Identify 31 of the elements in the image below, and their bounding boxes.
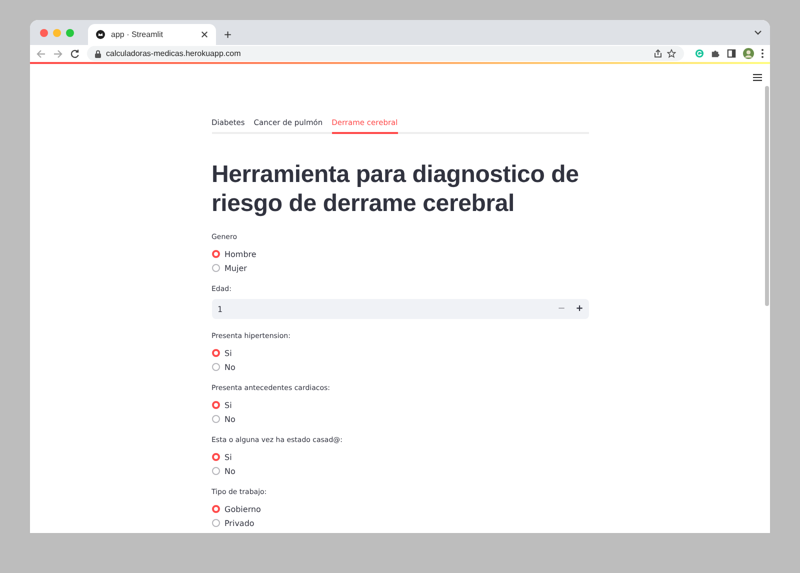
scrollbar[interactable] [765,86,769,306]
increment-button[interactable]: + [570,299,588,319]
more-options-icon[interactable] [761,49,764,58]
radio-option[interactable]: No [212,412,588,426]
radio-option[interactable]: No [212,360,588,374]
close-icon[interactable] [201,31,208,38]
menu-icon[interactable] [753,74,762,81]
radio-option[interactable]: Privado [212,516,588,530]
radio-option[interactable]: No [212,464,588,478]
browser-tab[interactable]: app · Streamlit [88,24,216,45]
radio-option[interactable]: Hombre [212,247,588,261]
radio-option[interactable]: Mujer [212,261,588,275]
number-input[interactable]: 1 − + [212,299,588,319]
page-title: Herramienta para diagnostico de riesgo de derrame cerebral [212,160,580,218]
tab-title: app · Streamlit [111,30,164,39]
url-text: calculadoras-medicas.herokuapp.com [106,49,242,58]
reload-icon[interactable] [70,48,80,58]
address-bar[interactable]: calculadoras-medicas.herokuapp.com [87,46,684,61]
crown-icon [96,30,105,39]
chevron-down-icon[interactable] [754,30,762,35]
puzzle-icon[interactable] [711,49,720,58]
radio-option[interactable]: Si [212,346,588,360]
sidebar-icon[interactable] [727,49,736,58]
radio-option[interactable]: Gobierno [212,502,588,516]
radio-option[interactable]: Si [212,450,588,464]
star-icon[interactable] [667,49,676,58]
new-tab-button[interactable]: + [222,27,234,42]
profile-avatar-icon[interactable] [743,48,754,59]
radio-option[interactable]: Si [212,398,588,412]
lock-icon [95,50,101,58]
share-icon[interactable] [654,49,662,58]
